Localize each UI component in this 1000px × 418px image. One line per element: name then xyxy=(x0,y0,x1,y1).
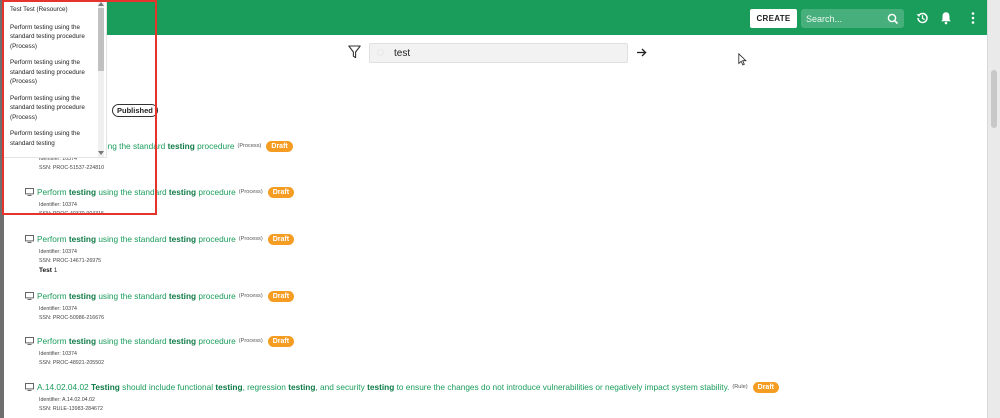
monitor-icon xyxy=(25,383,34,391)
search-icon[interactable] xyxy=(886,12,900,26)
result-type: (Process) xyxy=(238,236,263,242)
notifications-bell-icon[interactable] xyxy=(940,11,952,25)
result-title-link[interactable]: Perform testing using the standard testi… xyxy=(37,336,236,346)
result-ssn: SSN: RULE-13983-284672 xyxy=(39,406,103,412)
draft-status-badge: Draft xyxy=(752,381,779,393)
page-scrollbar-thumb[interactable] xyxy=(991,70,997,128)
result-title-link[interactable]: A.14.02.04.02 Testing should include fun… xyxy=(37,382,729,392)
history-icon[interactable] xyxy=(915,11,929,25)
monitor-icon xyxy=(25,337,34,345)
result-ssn: SSN: PROC-48921-205502 xyxy=(39,360,105,366)
arrow-right-icon[interactable] xyxy=(636,47,647,58)
result-identifier: Identifier: 10374 xyxy=(39,249,77,255)
search-result: Perform testing using the standard testi… xyxy=(25,233,295,275)
result-snippet: Test 1 xyxy=(39,267,58,274)
result-type: (Process) xyxy=(238,189,263,195)
global-search-field[interactable]: Search... xyxy=(801,9,904,28)
global-search-placeholder: Search... xyxy=(806,13,843,24)
create-button[interactable]: CREATE xyxy=(750,9,797,28)
filter-icon[interactable] xyxy=(348,45,361,59)
result-identifier: Identifier: 10374 xyxy=(39,351,77,357)
result-type: (Process) xyxy=(238,338,263,344)
draft-status-badge: Draft xyxy=(267,290,295,302)
mouse-cursor-icon xyxy=(738,53,747,66)
draft-status-badge: Draft xyxy=(266,140,293,152)
result-type: (Rule) xyxy=(732,384,748,390)
result-identifier: Identifier: A.14.02.04.02 xyxy=(39,397,95,403)
monitor-icon xyxy=(25,292,34,300)
search-result: Perform testing using the standard testi… xyxy=(25,290,295,323)
main-search-input[interactable]: test xyxy=(369,43,628,63)
monitor-icon xyxy=(25,235,34,243)
result-title-link[interactable]: Perform testing using the standard testi… xyxy=(37,234,236,244)
search-result: Perform testing using the standard testi… xyxy=(25,335,295,368)
search-icon xyxy=(376,48,384,56)
draft-status-badge: Draft xyxy=(267,186,295,198)
result-ssn: SSN: PROC-14671-26975 xyxy=(39,258,102,264)
result-type: (Process) xyxy=(238,293,263,299)
draft-status-badge: Draft xyxy=(267,335,295,347)
annotation-highlight-box xyxy=(2,0,157,215)
result-identifier: Identifier: 10374 xyxy=(39,306,77,312)
main-search-value: test xyxy=(394,47,411,59)
draft-status-badge: Draft xyxy=(267,233,295,245)
result-type: (Process) xyxy=(237,143,262,149)
more-options-icon[interactable] xyxy=(970,11,976,25)
page-scrollbar[interactable] xyxy=(987,0,1000,418)
result-ssn: SSN: PROC-50986-216676 xyxy=(39,315,105,321)
result-title-link[interactable]: Perform testing using the standard testi… xyxy=(37,291,236,301)
search-result: A.14.02.04.02 Testing should include fun… xyxy=(25,381,779,414)
